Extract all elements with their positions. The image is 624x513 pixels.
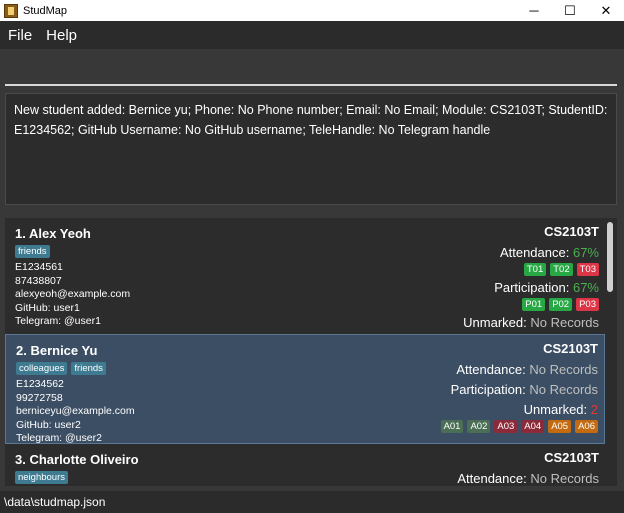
student-github: GitHub: user1 (15, 301, 80, 314)
menu-bar: File Help (0, 21, 624, 49)
maximize-button[interactable]: ☐ (552, 0, 588, 21)
close-button[interactable]: ✕ (588, 0, 624, 21)
attendance-value: No Records (530, 471, 599, 486)
student-email: alexyeoh@example.com (15, 288, 131, 300)
scrollbar-thumb[interactable] (607, 222, 613, 292)
assessment-badge: A02 (467, 420, 491, 433)
unmarked-stat: Unmarked: No Records (463, 315, 599, 330)
title-bar: StudMap ─ ☐ ✕ (0, 0, 624, 21)
student-telegram: Telegram: @user1 (15, 315, 101, 327)
assessment-badge: A01 (440, 420, 464, 433)
module-code: CS2103T (544, 450, 599, 465)
module-code: CS2103T (544, 224, 599, 239)
participation-badge: P02 (549, 298, 573, 311)
participation-stat: Participation: No Records (450, 382, 598, 397)
attendance-badge: T02 (550, 263, 573, 276)
student-id: E1234562 (16, 378, 64, 390)
unmarked-stat: Unmarked: 2 (523, 402, 598, 417)
menu-help[interactable]: Help (46, 27, 77, 44)
attendance-stat: Attendance: No Records (456, 362, 598, 377)
student-name: 3. Charlotte Oliveiro (15, 452, 139, 467)
student-card[interactable]: 3. Charlotte Oliveiro neighbours CS2103T… (5, 444, 605, 486)
attendance-badge: T03 (576, 263, 599, 276)
student-card-selected[interactable]: 2. Bernice Yu colleagues friends E123456… (5, 334, 605, 444)
file-path: \data\studmap.json (4, 495, 106, 509)
assessment-badge: A06 (575, 420, 598, 433)
attendance-stat: Attendance: No Records (457, 471, 599, 486)
tag: friends (71, 362, 106, 375)
participation-stat: Participation: 67% (494, 280, 599, 295)
tag: friends (15, 245, 50, 258)
unmarked-value: No Records (530, 315, 599, 330)
participation-badge: P01 (522, 298, 546, 311)
student-id: E1234561 (15, 261, 63, 273)
participation-badge: P03 (576, 298, 599, 311)
status-bar: \data\studmap.json (0, 491, 624, 513)
menu-file[interactable]: File (8, 27, 32, 44)
assessment-badge: A04 (521, 420, 545, 433)
student-phone: 87438807 (15, 274, 62, 287)
app-icon (4, 3, 18, 18)
result-text: New student added: Bernice yu; Phone: No… (14, 103, 608, 137)
attendance-value: No Records (529, 362, 598, 377)
student-name: 2. Bernice Yu (16, 343, 98, 358)
assessment-badge: A03 (494, 420, 518, 433)
command-area (0, 49, 624, 93)
module-code: CS2103T (543, 341, 598, 356)
tag: neighbours (15, 471, 69, 484)
participation-value: 67% (572, 280, 599, 295)
participation-value: No Records (529, 382, 598, 397)
student-name: 1. Alex Yeoh (15, 226, 91, 241)
attendance-value: 67% (572, 245, 599, 260)
result-display[interactable]: New student added: Bernice yu; Phone: No… (5, 93, 617, 205)
minimize-button[interactable]: ─ (516, 0, 552, 21)
tag: colleagues (16, 362, 68, 375)
window-title: StudMap (23, 4, 68, 17)
student-github: GitHub: user2 (16, 418, 81, 431)
attendance-stat: Attendance: 67% (499, 245, 599, 260)
student-list[interactable]: 1. Alex Yeoh friends E1234561 87438807 a… (5, 218, 617, 486)
list-scrollbar[interactable] (605, 218, 615, 486)
assessment-badge: A05 (548, 420, 572, 433)
student-phone: 99272758 (16, 391, 63, 404)
command-input[interactable] (5, 59, 617, 86)
student-card[interactable]: 1. Alex Yeoh friends E1234561 87438807 a… (5, 218, 605, 334)
unmarked-value: 2 (590, 402, 598, 417)
student-email: berniceyu@example.com (16, 405, 135, 417)
attendance-badge: T01 (523, 263, 547, 276)
